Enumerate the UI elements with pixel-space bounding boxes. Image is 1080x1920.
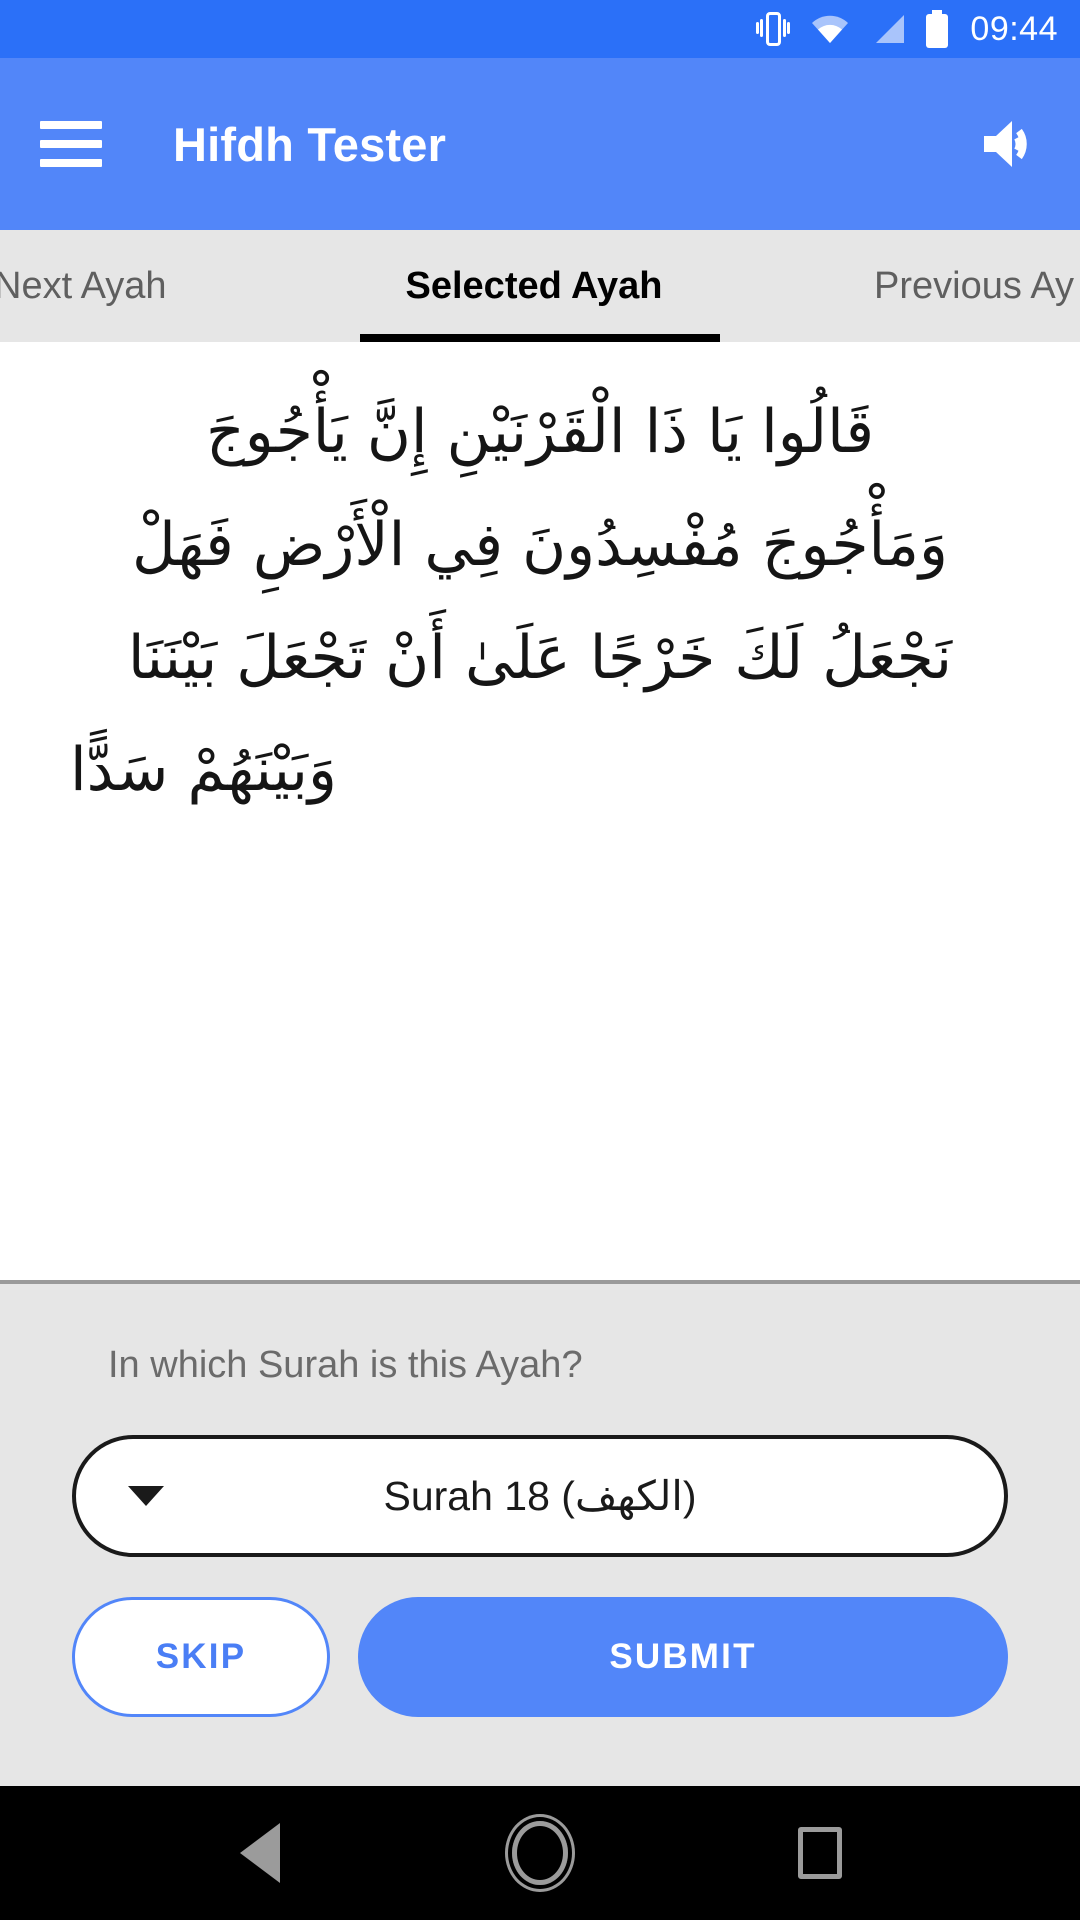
wifi-icon — [810, 13, 850, 45]
battery-icon — [926, 10, 949, 48]
tab-next-ayah[interactable]: Next Ayah — [0, 230, 354, 342]
ayah-content: قَالُوا يَا ذَا الْقَرْنَيْنِ إِنَّ يَأْ… — [0, 342, 1080, 1284]
tab-previous-ayah[interactable]: Previous Ay — [714, 230, 1074, 342]
signal-icon — [870, 13, 906, 45]
vibrate-icon — [756, 10, 791, 48]
tab-selected-ayah[interactable]: Selected Ayah — [354, 230, 714, 342]
question-panel: In which Surah is this Ayah? Surah 18 (ا… — [0, 1284, 1080, 1786]
ayah-line: قَالُوا يَا ذَا الْقَرْنَيْنِ إِنَّ يَأْ… — [205, 397, 875, 467]
recents-square-icon[interactable] — [775, 1808, 865, 1898]
phone-screen: 09:44 Hifdh Tester Next Ayah Selected Ay… — [0, 0, 1080, 1920]
action-button-row: SKIP SUBMIT — [72, 1597, 1008, 1717]
surah-dropdown[interactable]: Surah 18 (الكهف) — [72, 1435, 1008, 1557]
hamburger-menu-icon[interactable] — [40, 121, 102, 167]
submit-button[interactable]: SUBMIT — [358, 1597, 1008, 1717]
back-triangle-icon[interactable] — [215, 1808, 305, 1898]
chevron-down-icon — [128, 1486, 164, 1506]
status-bar-icons — [756, 10, 949, 48]
home-circle-icon[interactable] — [495, 1808, 585, 1898]
ayah-line: وَمَأْجُوجَ مُفْسِدُونَ فِي الْأَرْضِ فَ… — [132, 509, 948, 580]
ayah-line: وَبَيْنَهُمْ سَدًّا — [70, 735, 337, 806]
tab-bar: Next Ayah Selected Ayah Previous Ay — [0, 230, 1080, 342]
skip-button[interactable]: SKIP — [72, 1597, 330, 1717]
android-nav-bar — [0, 1786, 1080, 1920]
app-bar: Hifdh Tester — [0, 58, 1080, 230]
page-title: Hifdh Tester — [173, 117, 447, 171]
status-bar-clock: 09:44 — [970, 9, 1058, 48]
question-prompt: In which Surah is this Ayah? — [108, 1344, 583, 1386]
ayah-line: نَجْعَلُ لَكَ خَرْجًا عَلَىٰ أَنْ تَجْعَ… — [127, 622, 953, 693]
tab-indicator — [360, 334, 720, 342]
surah-dropdown-value: Surah 18 (الكهف) — [383, 1473, 697, 1519]
status-bar: 09:44 — [0, 0, 1080, 58]
volume-up-icon[interactable] — [972, 108, 1044, 180]
